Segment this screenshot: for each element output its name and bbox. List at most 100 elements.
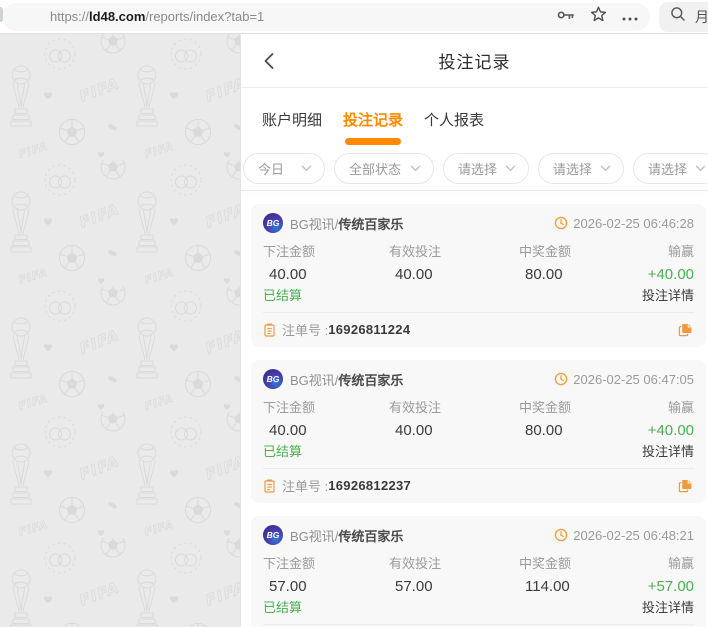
filter-label: 请选择 [553, 162, 593, 177]
password-key-icon[interactable] [557, 8, 575, 26]
tabs-bar: 账户明细 投注记录 个人报表 [241, 88, 708, 150]
overflow-menu-icon[interactable] [622, 8, 638, 26]
chevron-left-icon [264, 52, 274, 69]
filters-bar: 今日 全部状态 请选择 请选择 请选择 [241, 150, 708, 190]
filter-dropdown-4[interactable]: 请选择 [633, 153, 708, 184]
divider [263, 468, 694, 469]
provider-name: BG视讯 [290, 528, 335, 544]
filter-dropdown-2[interactable]: 请选择 [443, 153, 529, 184]
url-text[interactable]: https://ld48.com/reports/index?tab=1 [50, 9, 557, 24]
game-name: 传统百家乐 [338, 216, 404, 232]
filter-dropdown-3[interactable]: 请选择 [538, 153, 624, 184]
bet-detail-link[interactable]: 投注详情 [642, 441, 694, 460]
timestamp: 2026-02-25 06:47:05 [573, 371, 694, 387]
valid-bet-label: 有效投注 [389, 244, 442, 259]
clock-icon [554, 216, 568, 230]
filter-label: 请选择 [458, 162, 498, 177]
filter-label: 全部状态 [349, 162, 402, 177]
chevron-down-icon [301, 165, 312, 172]
browser-search[interactable]: 月球 [659, 1, 708, 32]
divider [263, 624, 694, 625]
search-text: 月球 [695, 8, 708, 25]
clock-icon [554, 372, 568, 386]
bet-detail-link[interactable]: 投注详情 [642, 597, 694, 616]
copy-icon [678, 324, 691, 337]
game-title: BG视讯/传统百家乐 [290, 370, 403, 389]
valid-bet-label: 有效投注 [389, 556, 442, 571]
bg-provider-logo: BG [263, 369, 283, 389]
filter-label: 请选择 [648, 162, 688, 177]
bet-record-card: BG BG视讯/传统百家乐 2026-02-25 06:47:05 下注金额 有… [251, 360, 706, 503]
timestamp: 2026-02-25 06:46:28 [573, 215, 694, 231]
bet-record-card: BG BG视讯/传统百家乐 2026-02-25 06:48:21 下注金额 有… [251, 516, 706, 627]
divider [263, 312, 694, 313]
browser-topbar: https://ld48.com/reports/index?tab=1 月球 [0, 0, 708, 34]
address-bar[interactable]: https://ld48.com/reports/index?tab=1 [2, 2, 650, 31]
game-title: BG视讯/传统百家乐 [290, 526, 403, 545]
bet-amount-value: 57.00 [269, 578, 307, 595]
win-amount-label: 中奖金额 [519, 556, 572, 571]
records-list: BG BG视讯/传统百家乐 2026-02-25 06:46:28 下注金额 有… [241, 191, 708, 627]
filter-dropdown-1[interactable]: 全部状态 [334, 153, 434, 184]
order-number: 16926812237 [328, 478, 412, 493]
provider-name: BG视讯 [290, 372, 335, 388]
back-button[interactable] [263, 49, 287, 73]
page-title: 投注记录 [438, 53, 511, 72]
tab-0[interactable]: 账户明细 [262, 88, 322, 150]
record-time: 2026-02-25 06:48:21 [554, 528, 694, 543]
chevron-down-icon [410, 165, 421, 172]
fifa-pattern-svg: FIFA FIFA [0, 34, 240, 627]
url-domain: ld48.com [89, 9, 146, 24]
win-amount-value: 114.00 [525, 578, 570, 595]
game-name: 传统百家乐 [338, 372, 404, 388]
win-amount-label: 中奖金额 [519, 400, 572, 415]
bet-amount-label: 下注金额 [263, 400, 316, 415]
tab-1[interactable]: 投注记录 [343, 88, 403, 150]
bg-provider-logo: BG [263, 525, 283, 545]
panel-header: 投注记录 [241, 34, 708, 88]
valid-bet-label: 有效投注 [389, 400, 442, 415]
status-badge: 已结算 [263, 600, 303, 615]
copy-button[interactable] [676, 477, 694, 495]
profit-value: +40.00 [647, 422, 694, 439]
chevron-down-icon [695, 165, 706, 172]
bet-record-card: BG BG视讯/传统百家乐 2026-02-25 06:46:28 下注金额 有… [251, 204, 706, 347]
bet-amount-label: 下注金额 [263, 244, 316, 259]
order-number-label: 注单号 : [282, 323, 329, 338]
win-amount-value: 80.00 [525, 266, 563, 283]
url-path: /reports/index?tab=1 [145, 9, 265, 24]
game-name: 传统百家乐 [338, 528, 404, 544]
bg-provider-logo: BG [263, 213, 283, 233]
valid-bet-value: 40.00 [395, 266, 433, 283]
fifa-pattern-background: FIFA FIFA [0, 34, 241, 627]
profit-label: 输赢 [667, 244, 694, 259]
profit-value: +40.00 [647, 266, 694, 283]
order-note-icon [264, 322, 275, 337]
filter-dropdown-0[interactable]: 今日 [243, 153, 325, 184]
copy-button[interactable] [676, 321, 694, 339]
bet-detail-link[interactable]: 投注详情 [642, 285, 694, 304]
valid-bet-value: 40.00 [395, 422, 433, 439]
search-icon [670, 6, 686, 27]
game-title: BG视讯/传统百家乐 [290, 214, 403, 233]
record-time: 2026-02-25 06:47:05 [554, 372, 694, 387]
bet-amount-value: 40.00 [269, 266, 307, 283]
profit-label: 输赢 [667, 556, 694, 571]
tab-2[interactable]: 个人报表 [424, 88, 484, 150]
chevron-down-icon [505, 165, 516, 172]
filter-label: 今日 [258, 162, 285, 177]
order-number-label: 注单号 : [282, 479, 329, 494]
status-badge: 已结算 [263, 444, 303, 459]
valid-bet-value: 57.00 [395, 578, 433, 595]
screen: https://ld48.com/reports/index?tab=1 月球 [0, 0, 708, 627]
status-badge: 已结算 [263, 288, 303, 303]
win-amount-label: 中奖金额 [519, 244, 572, 259]
bookmark-star-icon[interactable] [590, 6, 607, 27]
provider-name: BG视讯 [290, 216, 335, 232]
chevron-down-icon [600, 165, 611, 172]
copy-icon [678, 480, 691, 493]
bet-amount-value: 40.00 [269, 422, 307, 439]
profit-label: 输赢 [667, 400, 694, 415]
clock-icon [554, 528, 568, 542]
win-amount-value: 80.00 [525, 422, 563, 439]
